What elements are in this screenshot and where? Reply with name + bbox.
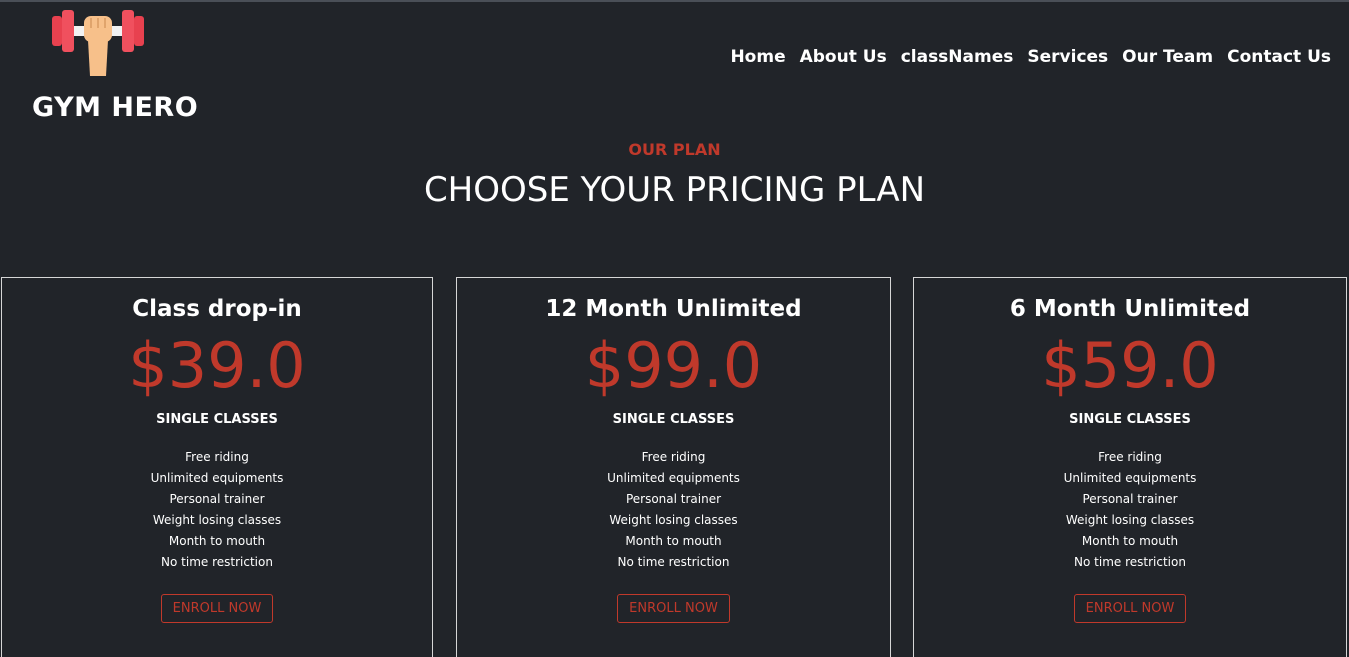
plan-subtitle: SINGLE CLASSES — [156, 412, 278, 427]
feature-item: No time restriction — [161, 555, 273, 569]
nav-classnames[interactable]: classNames — [901, 47, 1014, 67]
enroll-now-button[interactable]: ENROLL NOW — [617, 594, 730, 623]
nav-our-team[interactable]: Our Team — [1122, 47, 1213, 67]
nav-about-us[interactable]: About Us — [800, 47, 887, 67]
feature-list: Free riding Unlimited equipments Persona… — [457, 447, 890, 573]
nav-contact-us[interactable]: Contact Us — [1227, 47, 1331, 67]
feature-item: No time restriction — [617, 555, 730, 569]
top-border — [0, 0, 1349, 2]
feature-item: Free riding — [641, 450, 706, 464]
feature-item: Personal trainer — [1082, 492, 1178, 506]
plan-price: $59.0 — [1041, 329, 1219, 402]
feature-item: Personal trainer — [169, 492, 265, 506]
feature-item: Personal trainer — [625, 492, 722, 506]
section-title: CHOOSE YOUR PRICING PLAN — [423, 170, 926, 210]
main-nav: Home About Us classNames Services Our Te… — [730, 47, 1331, 67]
feature-item: Weight losing classes — [152, 513, 282, 527]
nav-home[interactable]: Home — [730, 47, 785, 67]
nav-services[interactable]: Services — [1027, 47, 1108, 67]
feature-item: Unlimited equipments — [607, 471, 740, 485]
feature-item: Unlimited equipments — [150, 471, 284, 485]
plan-price: $39.0 — [128, 329, 306, 402]
feature-item: Month to mouth — [1081, 534, 1179, 548]
feature-item: Unlimited equipments — [1063, 471, 1197, 485]
feature-item: Free riding — [185, 450, 249, 464]
plan-title: 6 Month Unlimited — [1009, 296, 1251, 322]
feature-item: Month to mouth — [625, 534, 722, 548]
dumbbell-fist-icon — [52, 10, 144, 76]
feature-list: Free riding Unlimited equipments Persona… — [914, 447, 1346, 573]
feature-item: Weight losing classes — [1065, 513, 1195, 527]
pricing-card-class-drop-in: Class drop-in $39.0 SINGLE CLASSES Free … — [1, 277, 433, 657]
pricing-card-12-month: 12 Month Unlimited $99.0 SINGLE CLASSES … — [456, 277, 891, 657]
feature-item: Month to mouth — [168, 534, 266, 548]
feature-list: Free riding Unlimited equipments Persona… — [2, 447, 432, 573]
plan-price: $99.0 — [584, 329, 763, 402]
plan-title: Class drop-in — [132, 296, 302, 322]
feature-item: Weight losing classes — [609, 513, 738, 527]
plan-subtitle: SINGLE CLASSES — [612, 412, 735, 427]
feature-item: No time restriction — [1074, 555, 1186, 569]
enroll-now-button[interactable]: ENROLL NOW — [160, 594, 274, 623]
section-eyebrow: OUR PLAN — [628, 140, 721, 159]
brand[interactable]: GYM HERO — [30, 6, 198, 126]
brand-name: GYM HERO — [32, 92, 199, 123]
pricing-card-6-month: 6 Month Unlimited $59.0 SINGLE CLASSES F… — [913, 277, 1347, 657]
feature-item: Free riding — [1098, 450, 1162, 464]
enroll-now-button[interactable]: ENROLL NOW — [1073, 594, 1187, 623]
plan-subtitle: SINGLE CLASSES — [1069, 412, 1191, 427]
plan-title: 12 Month Unlimited — [545, 296, 802, 322]
